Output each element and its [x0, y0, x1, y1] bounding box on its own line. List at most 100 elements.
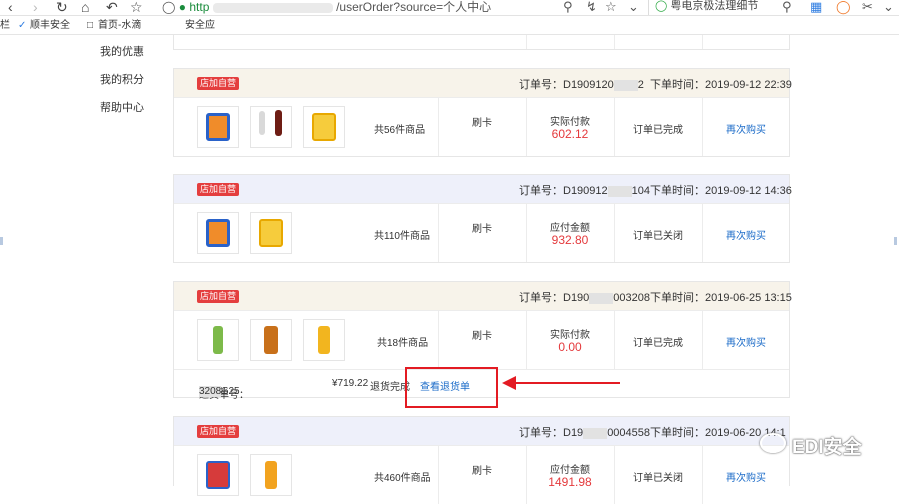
rebuy-link[interactable]: 再次购买 [702, 121, 790, 136]
amount-label: 应付金额 [550, 465, 590, 476]
product-thumbnail[interactable] [197, 454, 239, 496]
order-amount: 0.00 [558, 340, 582, 354]
bookmarks-bar: 栏 ✓ 顺丰安全 □ 首页-水滴 安全应 [0, 17, 899, 35]
undo-icon[interactable]: ↶ [106, 0, 118, 16]
extension-icon[interactable]: ◯ [836, 0, 851, 14]
item-count: 共18件商品 [377, 338, 429, 349]
star-icon[interactable]: ☆ [130, 0, 143, 16]
product-thumbnail[interactable] [197, 319, 239, 361]
search-icon-2[interactable]: ⚲ [782, 0, 792, 14]
order-status: 订单已完成 [633, 338, 683, 349]
bookmark-item[interactable]: 安全应 [185, 20, 215, 32]
scissors-icon[interactable]: ✂ [862, 0, 873, 14]
payment-method: 刷卡 [472, 118, 492, 129]
item-count: 共110件商品 [374, 231, 430, 242]
order-body: 共110件商品 刷卡 应付金额 932.80 订单已关闭 再次购买 [174, 203, 789, 262]
product-thumbnail[interactable] [250, 106, 292, 148]
refresh-icon[interactable]: ↻ [56, 0, 68, 16]
refund-amount: ¥719.22 [332, 378, 369, 389]
rebuy-link[interactable]: 再次购买 [702, 227, 790, 242]
column-divider [438, 204, 439, 262]
order-number: 订单号：D190912 104 [519, 185, 651, 197]
sidebar-item-help[interactable]: 帮助中心 [100, 99, 144, 115]
order-card-partial [173, 35, 790, 50]
page-icon: □ [87, 20, 94, 31]
order-card: 店加自营 订单号：D1909120 2 下单时间：2019-09-12 22:39… [173, 68, 792, 157]
bookmark-icon: ✓ [18, 20, 27, 31]
order-number: 订单号：D1909120 2 [519, 79, 644, 91]
order-time: 下单时间：2019-09-12 14:36 [650, 185, 792, 197]
order-header: 店加自营 订单号：D190 003208 下单时间：2019-06-25 13:1… [174, 282, 792, 310]
menu-dropdown-icon[interactable]: ⌄ [883, 0, 894, 14]
order-number: 订单号：D19 0004558 [519, 427, 651, 439]
sidebar-item-coupons[interactable]: 我的优惠 [100, 43, 144, 59]
order-amount: 932.80 [551, 233, 589, 247]
url-path: /userOrder?source=个人中心 [336, 0, 492, 14]
bookmark-item[interactable]: 顺丰安全 [30, 20, 70, 32]
order-card: 店加自营 订单号：D19 0004558 下单时间：2019-06-20 14:1… [173, 416, 790, 504]
order-status: 订单已关闭 [633, 231, 683, 242]
search-text: 粤电京极法理细节 [670, 0, 759, 12]
shield-icon: ◯ [162, 0, 176, 14]
browser-toolbar: ‹ › ↻ ⌂ ↶ ☆ ◯ ● http /userOrder?source=个… [0, 0, 899, 16]
payment-method: 刷卡 [472, 331, 492, 342]
payment-method: 刷卡 [472, 224, 492, 235]
back-icon[interactable]: ‹ [8, 0, 13, 16]
product-thumbnail[interactable] [250, 212, 292, 254]
product-thumbnail[interactable] [250, 454, 292, 496]
lock-icon: ● [178, 0, 187, 14]
order-status: 订单已完成 [633, 125, 683, 136]
url-redacted [212, 2, 333, 13]
order-card: 店加自营 订单号：D190912 104 下单时间：2019-09-12 14:3… [173, 174, 792, 263]
amount-label: 实际付款 [550, 117, 590, 128]
column-divider [702, 35, 703, 49]
order-header: 店加自营 订单号：D190912 104 下单时间：2019-09-12 14:3… [174, 175, 792, 203]
scroll-marker-right [894, 237, 897, 245]
bookmark-item[interactable]: 栏 [0, 20, 10, 32]
dropdown-icon[interactable]: ⌄ [628, 0, 639, 14]
rebuy-link[interactable]: 再次购买 [702, 334, 790, 349]
search-engine-icon: ◯ [655, 0, 668, 12]
bookmark-star-icon[interactable]: ☆ [605, 0, 617, 14]
scroll-marker-left [0, 237, 3, 245]
annotation-arrow-line [514, 382, 620, 384]
order-body: 共460件商品 刷卡 应付金额 1491.98 订单已关闭 再次购买 [174, 445, 789, 504]
order-amount: 1491.98 [548, 475, 592, 489]
order-amount: 602.12 [551, 127, 589, 141]
order-status: 订单已关闭 [633, 473, 683, 484]
rebuy-link[interactable]: 再次购买 [702, 469, 790, 484]
home-icon[interactable]: ⌂ [81, 0, 89, 16]
forward-icon[interactable]: › [33, 0, 38, 16]
amount-label: 实际付款 [550, 330, 590, 341]
wechat-logo-icon [760, 433, 786, 453]
watermark-text: EDI安全 [792, 437, 862, 458]
browser-search-box[interactable]: ◯ 粤电京极法理细节 [648, 0, 768, 15]
store-tag: 店加自营 [197, 290, 240, 303]
order-time: 下单时间：2019-09-12 22:39 [650, 79, 792, 91]
column-divider [526, 35, 527, 49]
refund-status: 退货完成 [370, 382, 410, 393]
store-tag: 店加自营 [197, 183, 240, 196]
order-time: 下单时间：2019-06-25 13:15 [650, 292, 792, 304]
order-body: 共56件商品 刷卡 实际付款 602.12 订单已完成 再次购买 [174, 97, 789, 156]
item-count: 共460件商品 [374, 473, 431, 484]
url-scheme: http [189, 0, 210, 14]
column-divider [438, 311, 439, 369]
payment-method: 刷卡 [472, 466, 492, 477]
order-header: 店加自营 订单号：D19 0004558 下单时间：2019-06-20 14:1 [174, 417, 789, 445]
sidebar-item-points[interactable]: 我的积分 [100, 71, 144, 87]
product-thumbnail[interactable] [197, 212, 239, 254]
column-divider [614, 35, 615, 49]
product-thumbnail[interactable] [303, 319, 345, 361]
order-header: 店加自营 订单号：D1909120 2 下单时间：2019-09-12 22:39 [174, 69, 792, 97]
bookmark-item[interactable]: 首页-水滴 [98, 20, 141, 32]
apps-icon[interactable]: ▦ [810, 0, 822, 14]
product-thumbnail[interactable] [250, 319, 292, 361]
search-icon[interactable]: ⚲ [563, 0, 573, 14]
column-divider [438, 446, 439, 504]
product-thumbnail[interactable] [197, 106, 239, 148]
product-thumbnail[interactable] [303, 106, 345, 148]
store-tag: 店加自营 [197, 77, 240, 90]
address-bar[interactable]: ◯ ● http /userOrder?source=个人中心 [162, 0, 557, 16]
lightning-icon[interactable]: ↯ [586, 0, 597, 14]
